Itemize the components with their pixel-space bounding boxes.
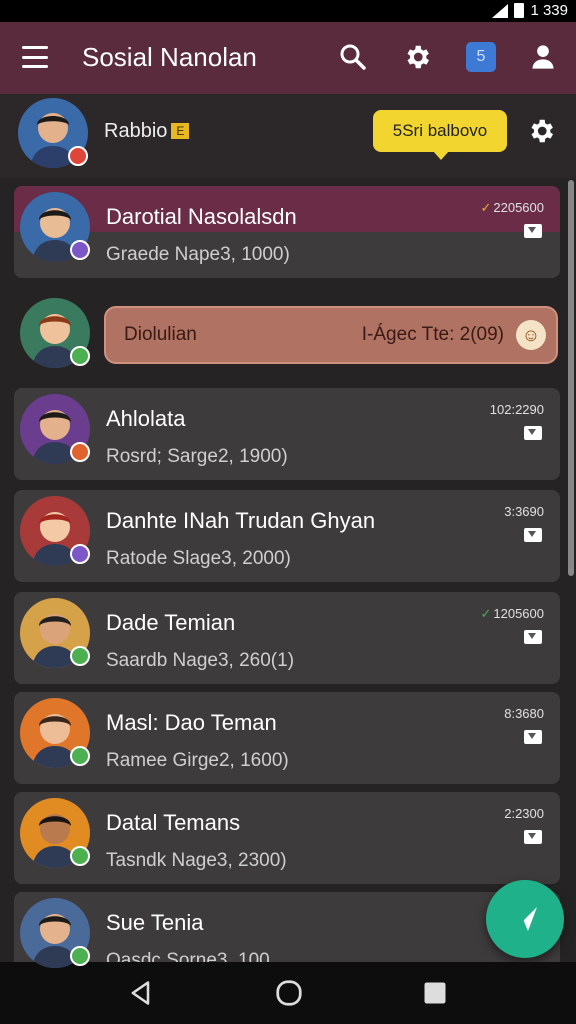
search-icon[interactable] <box>336 40 370 74</box>
avatar[interactable] <box>20 798 90 868</box>
status-dot <box>70 746 90 766</box>
status-dot <box>70 240 90 260</box>
message-time: 2:2300 <box>504 806 544 821</box>
tooltip[interactable]: 5Sri balbovo <box>373 110 507 160</box>
contact-subtitle: Graede Nape3, 1000) <box>106 244 290 265</box>
status-dot <box>70 544 90 564</box>
avatar[interactable] <box>20 394 90 464</box>
list-item[interactable]: Danhte INah Trudan Ghyan Ratode Slage3, 2… <box>14 490 560 582</box>
list-item[interactable]: Darotial Nasolalsdn Graede Nape3, 1000) ✓ 2… <box>14 186 560 278</box>
person-icon[interactable] <box>526 40 560 74</box>
signal-icon <box>492 3 509 18</box>
list-item[interactable]: Masl: Dao Teman Ramee Girge2, 1600) 8:3680 <box>14 692 560 784</box>
list-item[interactable]: Datal Temans Tasndk Nage3, 2300) 2:2300 <box>14 792 560 884</box>
menu-icon[interactable] <box>22 46 48 68</box>
contact-name: Danhte INah Trudan Ghyan <box>106 508 376 533</box>
contact-name: Datal Temans <box>106 810 241 835</box>
avatar[interactable] <box>20 298 90 368</box>
status-dot <box>70 646 90 666</box>
status-bar: 1 339 <box>0 0 576 22</box>
contact-name: Ahlolata <box>106 406 186 431</box>
profile-name: Rabbio E <box>104 120 190 143</box>
avatar[interactable] <box>20 898 90 968</box>
contact-subtitle: Tasndk Nage3, 2300) <box>106 850 287 871</box>
list-item[interactable]: Dade Temian Saardb Nage3, 260(1) ✓ 1205600 <box>14 592 560 684</box>
emoji-icon[interactable]: ☺ <box>516 320 546 350</box>
app-bar: Sosial Nanolan 5 <box>0 22 576 94</box>
message-time: ✓ 2205600 <box>480 200 544 215</box>
message-time: 8:3680 <box>504 706 544 721</box>
contact-name: Dade Temian <box>106 610 236 635</box>
recents-icon[interactable] <box>420 978 450 1008</box>
status-dot <box>70 346 90 366</box>
mail-icon[interactable] <box>524 730 542 744</box>
contact-info: I-Ágec Tte: 2(09) <box>361 324 504 345</box>
list-item[interactable]: Ahlolata Rosrd; Sarge2, 1900) 102:2290 <box>14 388 560 480</box>
mail-icon[interactable] <box>524 528 542 542</box>
mail-icon[interactable] <box>524 426 542 440</box>
back-icon[interactable] <box>126 978 156 1008</box>
status-dot <box>70 846 90 866</box>
avatar[interactable] <box>20 698 90 768</box>
nav-bar <box>0 962 576 1024</box>
read-tick-icon: ✓ <box>480 606 492 621</box>
mail-icon[interactable] <box>524 224 542 238</box>
profile-bar: Rabbio E 5Sri balbovo <box>0 94 576 178</box>
compose-button[interactable] <box>486 880 564 958</box>
contact-name: Diolulian <box>124 324 197 345</box>
avatar[interactable] <box>20 192 90 262</box>
message-time: 3:3690 <box>504 504 544 519</box>
app-badge-icon[interactable]: 5 <box>466 42 496 72</box>
gear-icon[interactable] <box>400 40 434 74</box>
contact-name: Darotial Nasolalsdn <box>106 204 297 229</box>
mail-icon[interactable] <box>524 830 542 844</box>
contact-subtitle: Saardb Nage3, 260(1) <box>106 650 295 671</box>
read-tick-icon: ✓ <box>480 200 492 215</box>
home-icon[interactable] <box>274 978 304 1008</box>
contact-subtitle: Rosrd; Sarge2, 1900) <box>106 446 288 467</box>
mail-icon[interactable] <box>524 630 542 644</box>
contact-name: Masl: Dao Teman <box>106 710 277 735</box>
status-dot <box>70 946 90 966</box>
contact-pill[interactable]: Diolulian I-Ágec Tte: 2(09) ☺ <box>104 306 558 364</box>
gear-icon[interactable] <box>526 116 556 151</box>
avatar[interactable] <box>20 598 90 668</box>
message-time: 102:2290 <box>489 402 544 417</box>
contact-subtitle: Ramee Girge2, 1600) <box>106 750 289 771</box>
avatar[interactable] <box>18 98 88 168</box>
contact-name: Sue Tenia <box>106 910 204 935</box>
status-dot <box>70 442 90 462</box>
contact-subtitle: Ratode Slage3, 2000) <box>106 548 291 569</box>
avatar[interactable] <box>20 496 90 566</box>
scrollbar[interactable] <box>568 180 574 576</box>
message-time: ✓ 1205600 <box>480 606 544 621</box>
status-time: 1 339 <box>530 2 568 19</box>
battery-icon <box>514 3 525 18</box>
compose-icon <box>512 907 537 932</box>
app-title: Sosial Nanolan <box>82 42 257 72</box>
profile-badge: E <box>171 123 190 139</box>
